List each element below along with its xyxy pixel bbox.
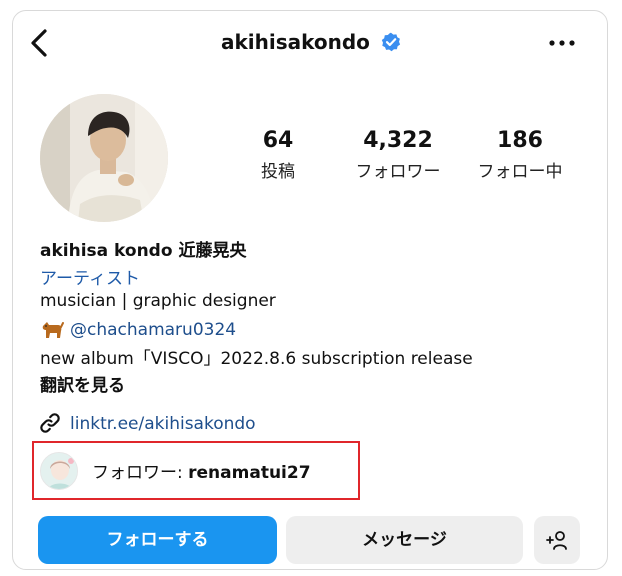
profile-username: akihisakondo [220,30,370,54]
following-count: 186 [497,128,543,153]
external-link-text: linktr.ee/akihisakondo [70,414,256,434]
verified-badge-icon [381,32,401,52]
link-icon [40,413,60,433]
more-options-icon[interactable] [548,38,576,48]
bio-album-text: new album「VISCO」2022.8.6 subscription re… [40,349,473,369]
message-button[interactable]: メッセージ [286,516,523,564]
followers-stat[interactable]: 4,322 フォロワー [342,128,454,182]
mention-link[interactable]: @chachamaru0324 [70,320,236,340]
posts-label: 投稿 [261,162,295,182]
profile-category: アーティスト [40,269,140,289]
followed-by-prefix: フォロワー: [92,463,189,483]
profile-header: akihisakondo [0,30,622,54]
suggest-users-button[interactable] [534,516,580,564]
followers-label: フォロワー [355,162,441,182]
followed-by-name: renamatui27 [188,463,311,483]
profile-photo [40,94,168,222]
follower-avatar[interactable] [40,452,78,490]
profile-avatar[interactable] [40,94,168,222]
add-user-icon [546,531,567,550]
following-stat[interactable]: 186 フォロー中 [466,128,574,182]
translate-link[interactable]: 翻訳を見る [40,371,125,396]
followers-count: 4,322 [363,128,433,153]
dog-emoji-icon [42,322,64,338]
display-name: akihisa kondo 近藤晃央 [40,241,247,261]
external-link[interactable]: linktr.ee/akihisakondo [38,411,256,435]
follow-button[interactable]: フォローする [38,516,277,564]
following-label: フォロー中 [477,162,563,182]
posts-count: 64 [262,128,294,153]
bio-description: musician | graphic designer [40,291,276,311]
bio-mention-line: @chachamaru0324 [40,317,236,340]
followed-by-text[interactable]: フォロワー: renamatui27 [92,458,311,483]
posts-stat[interactable]: 64 投稿 [248,128,308,182]
